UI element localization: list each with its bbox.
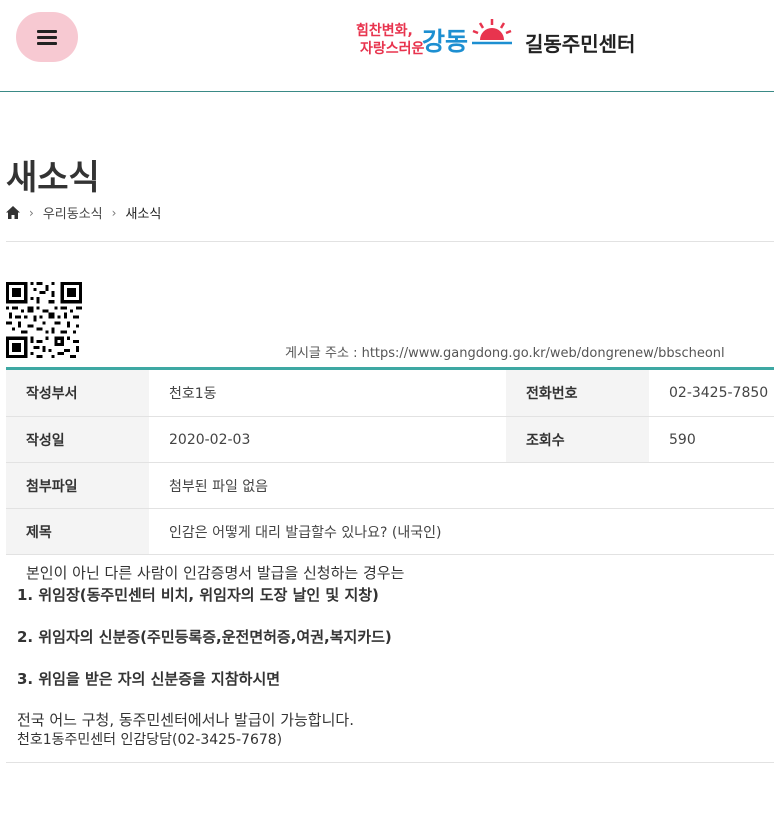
table-row: 작성부서 천호1동 전화번호 02-3425-7850 [6, 370, 774, 417]
table-row: 제목 인감은 어떻게 대리 발급할수 있나요? (내국인) [6, 509, 774, 555]
qr-code-icon [6, 282, 82, 358]
views-label: 조회수 [506, 417, 649, 462]
post-body: 본인이 아닌 다른 사람이 인감증명서 발급을 신청하는 경우는 1. 위임장(… [6, 562, 774, 750]
home-icon[interactable] [6, 206, 20, 219]
phone-value: 02-3425-7850 [669, 385, 769, 401]
body-intro: 본인이 아닌 다른 사람이 인감증명서 발급을 신청하는 경우는 [26, 564, 405, 582]
post-info-table: 작성부서 천호1동 전화번호 02-3425-7850 작성일 2020-02-… [6, 367, 774, 555]
attachment-label: 첨부파일 [6, 463, 149, 508]
views-value: 590 [669, 431, 696, 448]
site-title[interactable]: 길동주민센터 [525, 28, 635, 57]
menu-button[interactable] [16, 12, 78, 62]
sun-icon [472, 19, 512, 45]
breadcrumb-item-news-category[interactable]: 우리동소식 [43, 203, 103, 222]
divider [6, 762, 774, 763]
date-label: 작성일 [6, 417, 149, 462]
post-url[interactable]: 게시글 주소 : https://www.gangdong.go.kr/web/… [285, 342, 725, 361]
page-title: 새소식 [6, 158, 100, 198]
table-row: 작성일 2020-02-03 조회수 590 [6, 417, 774, 463]
site-header: 힘찬변화, 자랑스러운 강동 길동주민센터 [0, 0, 774, 92]
body-note-1: 전국 어느 구청, 동주민센터에서나 발급이 가능합니다. [17, 711, 354, 729]
logo-slogan-line1: 힘찬변화, [356, 23, 413, 39]
hamburger-icon [37, 29, 57, 45]
date-value: 2020-02-03 [169, 431, 251, 448]
dept-value: 천호1동 [169, 386, 217, 402]
breadcrumb: › 우리동소식 › 새소식 [6, 203, 161, 222]
chevron-right-icon: › [111, 205, 117, 220]
body-item-1: 1. 위임장(동주민센터 비치, 위임자의 도장 날인 및 지창) [17, 586, 379, 604]
subject-label: 제목 [6, 509, 149, 554]
logo-slogan-line2: 자랑스러운 [360, 41, 425, 57]
chevron-right-icon: › [29, 205, 34, 220]
phone-label: 전화번호 [506, 370, 649, 416]
table-row: 첨부파일 첨부된 파일 없음 [6, 463, 774, 509]
logo-name: 강동 [422, 27, 469, 56]
dept-label: 작성부서 [6, 370, 149, 416]
body-item-3: 3. 위임을 받은 자의 신분증을 지참하시면 [17, 670, 281, 688]
subject-value: 인감은 어떻게 대리 발급할수 있나요? (내국인) [169, 524, 442, 541]
breadcrumb-item-current: 새소식 [125, 207, 162, 222]
gangdong-logo[interactable]: 힘찬변화, 자랑스러운 강동 [356, 18, 512, 66]
body-note-2: 천호1동주민센터 인감당담(02-3425-7678) [17, 732, 283, 748]
body-item-2: 2. 위임자의 신분증(주민등록증,운전면허증,여권,복지카드) [17, 628, 392, 646]
divider [6, 241, 774, 242]
attachment-value: 첨부된 파일 없음 [169, 478, 269, 495]
